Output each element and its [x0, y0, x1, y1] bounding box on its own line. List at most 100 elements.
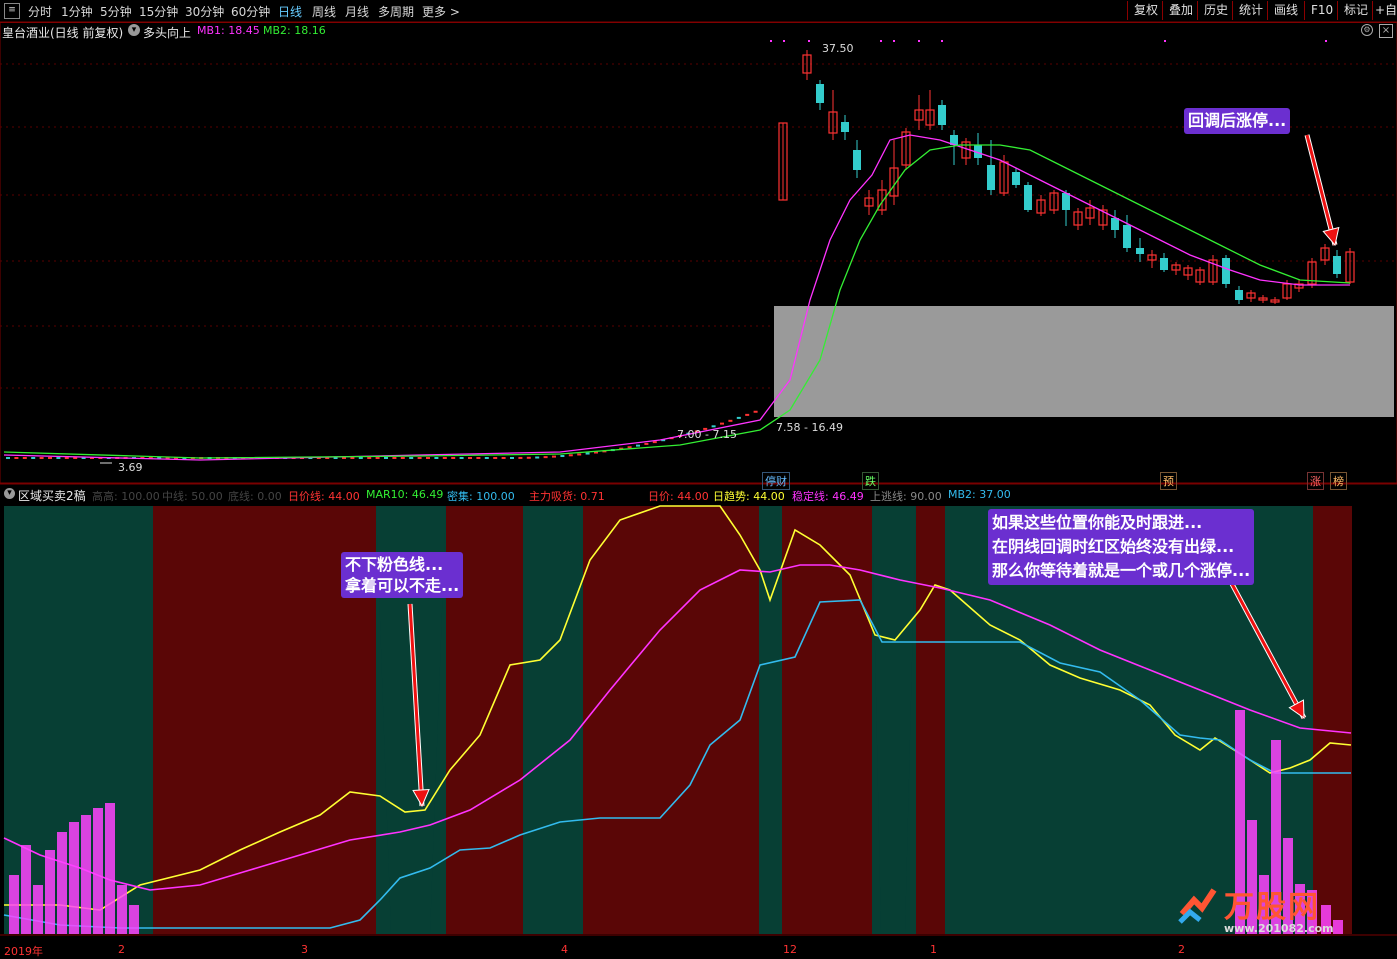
watermark-url: www.201082.com — [1224, 922, 1334, 935]
small-candle — [585, 452, 590, 455]
small-candle — [426, 457, 430, 459]
small-candle — [22, 457, 27, 459]
support-zone — [774, 306, 1394, 417]
small-candle — [736, 416, 741, 419]
event-tag-3[interactable]: 预 — [1160, 472, 1177, 490]
sub-indicator-title[interactable]: 区域买卖2稿 — [18, 487, 86, 504]
chevron-down-icon[interactable]: ▾ — [128, 24, 140, 36]
sub-label-bottom: 底线: 0.00 — [228, 490, 282, 503]
small-candle — [510, 457, 514, 459]
small-candle — [728, 419, 733, 422]
high-price-label: 37.50 — [822, 42, 854, 55]
candle-body — [1160, 258, 1168, 270]
signal-dot — [918, 40, 920, 42]
small-candle — [468, 457, 472, 459]
sub-zone — [1313, 506, 1352, 934]
small-candle — [56, 457, 61, 459]
annotation-line: 如果这些位置你能及时跟进... — [992, 513, 1203, 532]
small-candle — [720, 422, 724, 425]
event-tag-5[interactable]: 榜 — [1330, 472, 1347, 490]
x-label-mar: 3 — [301, 943, 308, 956]
candle-body — [1062, 193, 1070, 210]
small-candle — [48, 457, 52, 459]
annotation-line: 不下粉色线... — [345, 555, 444, 574]
bar — [129, 905, 139, 934]
sub-label-a: 日价线: 44.00 — [288, 490, 360, 503]
small-candle — [417, 457, 422, 459]
watermark: 万股网 www.201082.com — [1176, 878, 1366, 944]
small-candle — [745, 413, 750, 416]
sub-label-f: 日趋势: 44.00 — [713, 490, 785, 503]
sub-label-top: 高高: 100.00 — [92, 490, 160, 503]
indicator-name[interactable]: 多头向上 — [143, 24, 191, 41]
bar — [93, 808, 103, 934]
small-candle — [6, 457, 10, 459]
bar — [33, 885, 43, 934]
annotation-top-right: 回调后涨停... — [1184, 108, 1291, 134]
chart-canvas — [0, 21, 1397, 936]
small-candle — [31, 457, 36, 459]
logo-icon — [1176, 884, 1220, 928]
small-candle — [526, 456, 531, 459]
x-label-feb: 2 — [118, 943, 125, 956]
candle-body — [1111, 218, 1119, 230]
mb1-value: MB1: 18.45 — [197, 24, 260, 37]
signal-dot — [893, 40, 895, 42]
signal-dot — [808, 40, 810, 42]
settings-icon[interactable]: ⚙ — [1361, 24, 1373, 36]
range-label-2: 7.58 - 16.49 — [776, 421, 843, 434]
annotation-line: 在阴线回调时红区始终没有出绿... — [992, 537, 1235, 556]
sub-label-mid: 中线: 50.00 — [162, 490, 223, 503]
small-candle — [644, 442, 649, 445]
small-candle — [552, 455, 556, 458]
x-label-2019: 2019年 — [4, 945, 43, 958]
bar — [117, 885, 127, 934]
small-candle — [392, 457, 397, 459]
small-candle — [501, 457, 506, 459]
sub-label-b: MAR10: 46.49 — [366, 488, 444, 501]
sub-zone — [583, 506, 759, 934]
small-candle — [358, 457, 363, 459]
sub-label-d: 主力吸货: 0.71 — [529, 490, 605, 503]
sub-label-h: 上逃线: 90.00 — [870, 490, 942, 503]
small-candle — [560, 455, 565, 458]
small-candle — [39, 457, 44, 459]
event-tag-4[interactable]: 涨 — [1307, 472, 1324, 490]
arrow-shaft — [1305, 134, 1337, 246]
annotation-line: 那么你等待着就是一个或几个涨停... — [992, 561, 1251, 580]
stock-title: 皇台酒业(日线 前复权) — [2, 26, 124, 40]
sub-label-c: 密集: 100.00 — [447, 490, 515, 503]
annotation-middle-left: 不下粉色线... 拿着可以不走... — [341, 552, 464, 598]
small-candle — [543, 456, 548, 459]
bar — [45, 850, 55, 934]
candle-body — [841, 122, 849, 132]
candle-body — [1024, 185, 1032, 210]
close-icon[interactable]: × — [1379, 24, 1393, 38]
signal-dot — [1325, 40, 1327, 42]
candle-body — [1136, 248, 1144, 254]
small-candle — [459, 457, 464, 459]
candle-body — [853, 150, 861, 170]
sub-zone — [523, 506, 583, 934]
x-label-dec: 12 — [783, 943, 797, 956]
signal-dot — [783, 40, 785, 42]
chevron-down-icon[interactable]: ▾ — [4, 488, 15, 499]
bar — [69, 822, 79, 934]
mb2-value: MB2: 18.16 — [263, 24, 326, 37]
small-candle — [434, 457, 439, 459]
bar — [81, 815, 91, 934]
small-candle — [409, 457, 414, 459]
candle-body — [1012, 172, 1020, 185]
small-candle — [400, 457, 405, 459]
small-candle — [14, 457, 19, 459]
small-candle — [627, 446, 632, 449]
candle-body — [1222, 258, 1230, 284]
small-candle — [535, 456, 540, 459]
small-candle — [451, 457, 456, 459]
candle-body — [1235, 290, 1243, 300]
x-label-apr: 4 — [561, 943, 568, 956]
candle-body — [816, 84, 824, 103]
small-candle — [375, 457, 380, 459]
annotation-right: 如果这些位置你能及时跟进... 在阴线回调时红区始终没有出绿... 那么你等待着… — [988, 509, 1255, 585]
bar — [57, 832, 67, 934]
